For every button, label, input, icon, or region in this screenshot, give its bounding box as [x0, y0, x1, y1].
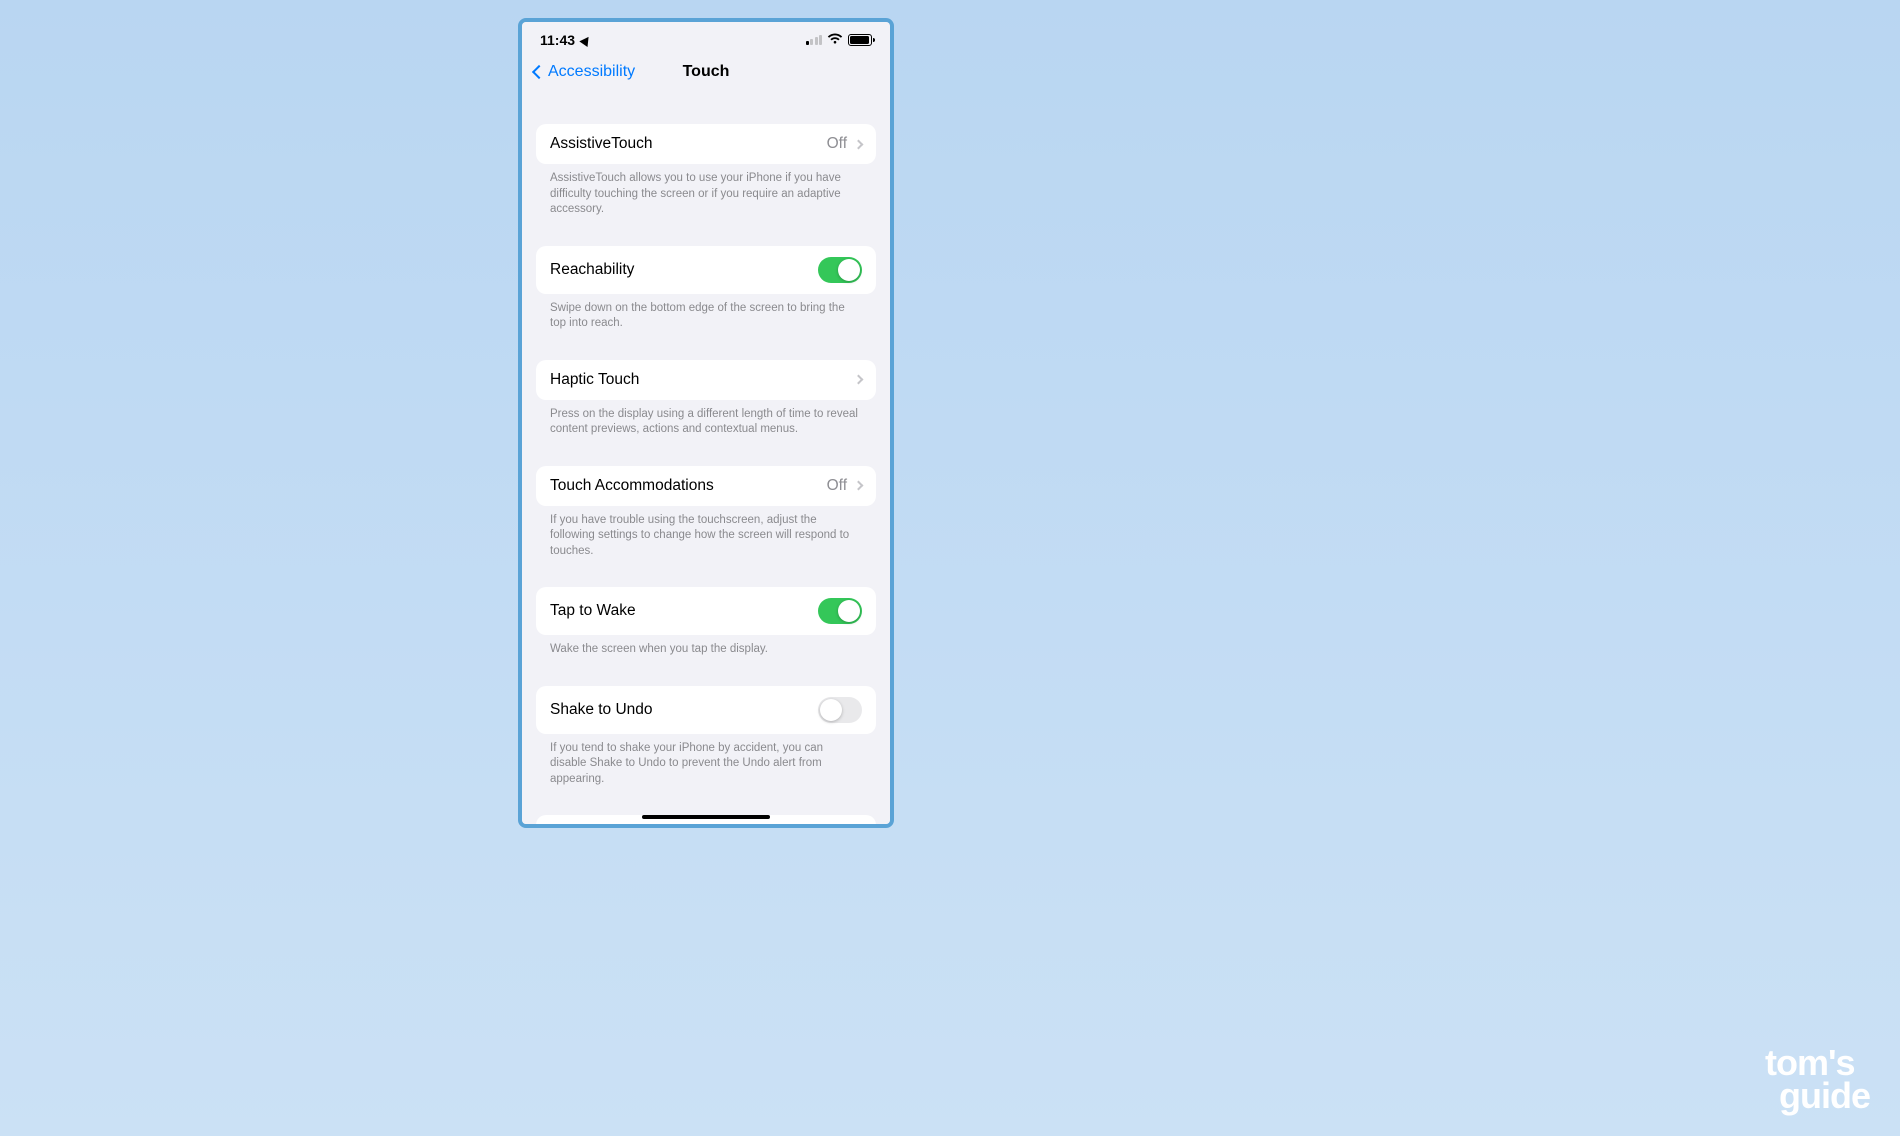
page-title: Touch	[683, 63, 730, 81]
cellular-icon	[806, 35, 823, 45]
shake-to-undo-label: Shake to Undo	[550, 701, 653, 719]
tap-to-wake-footer: Wake the screen when you tap the display…	[536, 635, 876, 658]
phone-frame: 11:43 Accessibility Touch	[518, 18, 894, 828]
tap-to-wake-row: Tap to Wake	[536, 587, 876, 635]
assistivetouch-footer: AssistiveTouch allows you to use your iP…	[536, 164, 876, 218]
touch-accommodations-value: Off	[827, 477, 847, 495]
touch-accommodations-footer: If you have trouble using the touchscree…	[536, 506, 876, 560]
touch-accommodations-row[interactable]: Touch Accommodations Off	[536, 466, 876, 506]
reachability-footer: Swipe down on the bottom edge of the scr…	[536, 294, 876, 332]
wifi-icon	[827, 33, 843, 47]
battery-icon	[848, 34, 872, 46]
chevron-left-icon	[532, 65, 546, 79]
haptic-touch-label: Haptic Touch	[550, 371, 639, 389]
reachability-toggle[interactable]	[818, 257, 862, 283]
watermark-line1: tom's	[1765, 1046, 1870, 1079]
chevron-right-icon	[854, 375, 864, 385]
shake-to-undo-footer: If you tend to shake your iPhone by acci…	[536, 734, 876, 788]
assistivetouch-label: AssistiveTouch	[550, 135, 653, 153]
phone-screen: 11:43 Accessibility Touch	[522, 22, 890, 824]
back-button[interactable]: Accessibility	[534, 63, 635, 81]
reachability-row: Reachability	[536, 246, 876, 294]
tap-to-wake-toggle[interactable]	[818, 598, 862, 624]
location-icon	[579, 33, 592, 46]
haptic-touch-row[interactable]: Haptic Touch	[536, 360, 876, 400]
haptic-touch-footer: Press on the display using a different l…	[536, 400, 876, 438]
assistivetouch-row[interactable]: AssistiveTouch Off	[536, 124, 876, 164]
chevron-right-icon	[854, 139, 864, 149]
nav-bar: Accessibility Touch	[522, 52, 890, 92]
back-label: Accessibility	[548, 63, 635, 81]
chevron-right-icon	[854, 481, 864, 491]
status-time: 11:43	[540, 32, 575, 48]
home-indicator	[642, 815, 770, 820]
watermark-logo: tom's guide	[1765, 1046, 1870, 1112]
shake-to-undo-row: Shake to Undo	[536, 686, 876, 734]
touch-accommodations-label: Touch Accommodations	[550, 477, 714, 495]
assistivetouch-value: Off	[827, 135, 847, 153]
shake-to-undo-toggle[interactable]	[818, 697, 862, 723]
settings-scroll[interactable]: AssistiveTouch Off AssistiveTouch allows…	[522, 92, 890, 824]
tap-to-wake-label: Tap to Wake	[550, 602, 636, 620]
status-bar: 11:43	[522, 28, 890, 52]
reachability-label: Reachability	[550, 261, 634, 279]
watermark-line2: guide	[1779, 1079, 1870, 1112]
